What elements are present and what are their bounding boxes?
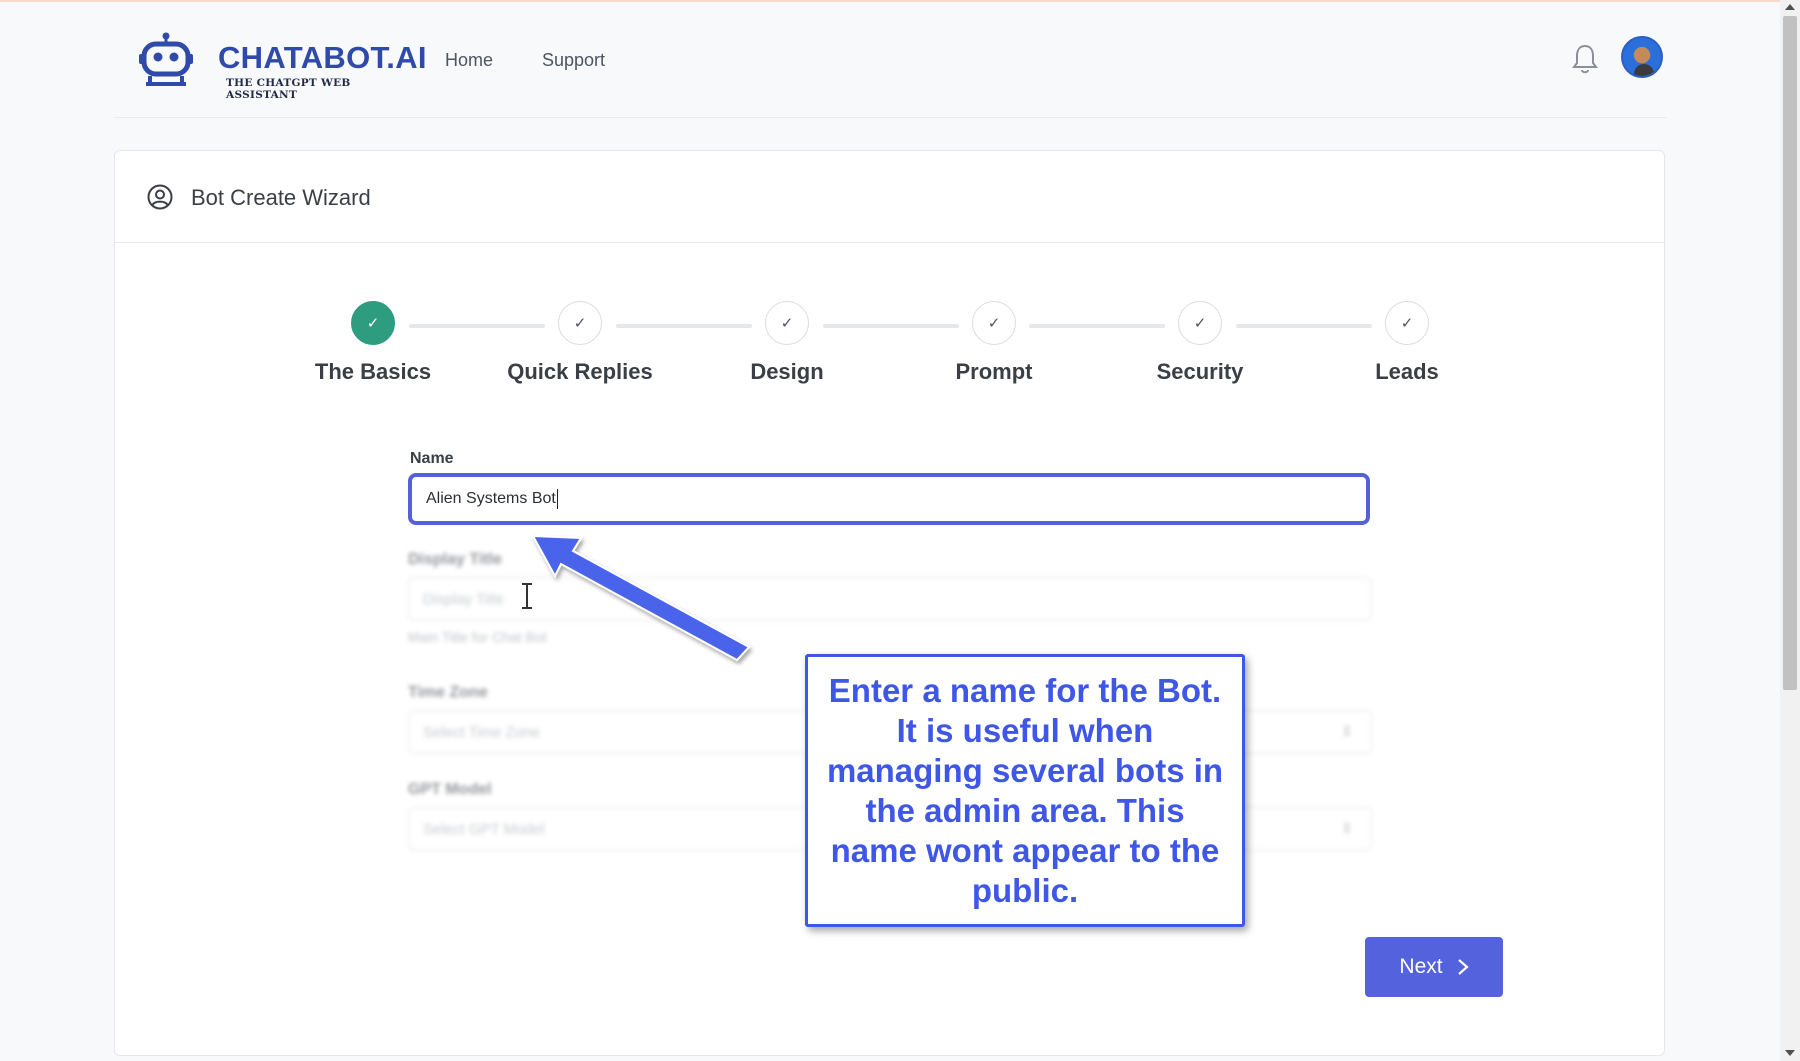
check-icon: ✓ <box>1178 301 1222 345</box>
step-connector <box>1236 324 1372 328</box>
check-icon: ✓ <box>1385 301 1429 345</box>
text-caret <box>556 489 558 509</box>
step-label: The Basics <box>314 359 432 384</box>
time-zone-placeholder: Select Time Zone <box>423 723 540 741</box>
step-label: Prompt <box>955 359 1033 384</box>
chevron-right-icon <box>1457 959 1469 975</box>
step-connector <box>409 324 545 328</box>
name-input-value: Alien Systems Bot <box>426 490 556 507</box>
brand-tagline: THE CHATGPT WEB ASSISTANT <box>226 77 351 101</box>
page-scrollbar[interactable] <box>1780 0 1800 1061</box>
card-title: Bot Create Wizard <box>191 185 371 210</box>
name-input[interactable]: Alien Systems Bot <box>408 473 1370 525</box>
step-label: Design <box>750 359 824 384</box>
gpt-model-placeholder: Select GPT Model <box>423 820 545 838</box>
scroll-thumb[interactable] <box>1783 16 1797 690</box>
select-chevron-icon: ⇕ <box>1341 723 1353 739</box>
select-chevron-icon: ⇕ <box>1341 820 1353 836</box>
top-navbar: CHATABOT.AI THE CHATGPT WEB ASSISTANT Ho… <box>114 26 1667 118</box>
bell-icon[interactable] <box>1570 42 1600 76</box>
check-icon: ✓ <box>351 301 395 345</box>
check-icon: ✓ <box>558 301 602 345</box>
nav-link-support[interactable]: Support <box>542 50 605 71</box>
wizard-card: Bot Create Wizard ✓ The Basics ✓ Quick R… <box>114 150 1665 1056</box>
next-button-label: Next <box>1399 955 1443 978</box>
nav-link-home[interactable]: Home <box>445 50 493 71</box>
brand-name: CHATABOT.AI <box>218 40 427 75</box>
step-label: Security <box>1156 359 1244 384</box>
step-connector <box>1029 324 1165 328</box>
brand-logo[interactable]: CHATABOT.AI THE CHATGPT WEB ASSISTANT <box>136 30 426 101</box>
mouse-cursor-ibeam <box>522 583 532 609</box>
scroll-down-arrow[interactable] <box>1785 1050 1795 1056</box>
step-label: Quick Replies <box>507 359 653 384</box>
step-label: Leads <box>1375 359 1439 384</box>
scroll-up-arrow[interactable] <box>1785 4 1795 10</box>
name-label: Name <box>410 450 454 467</box>
step-connector <box>823 324 959 328</box>
step-connector <box>616 324 752 328</box>
robot-logo-icon <box>139 32 193 86</box>
user-circle-icon <box>147 184 173 210</box>
user-avatar[interactable] <box>1621 36 1663 78</box>
card-header: Bot Create Wizard <box>115 151 1664 243</box>
check-icon: ✓ <box>765 301 809 345</box>
top-accent-line <box>0 0 1800 2</box>
check-icon: ✓ <box>972 301 1016 345</box>
annotation-callout: Enter a name for the Bot. It is useful w… <box>805 654 1245 927</box>
next-button[interactable]: Next <box>1365 937 1503 997</box>
